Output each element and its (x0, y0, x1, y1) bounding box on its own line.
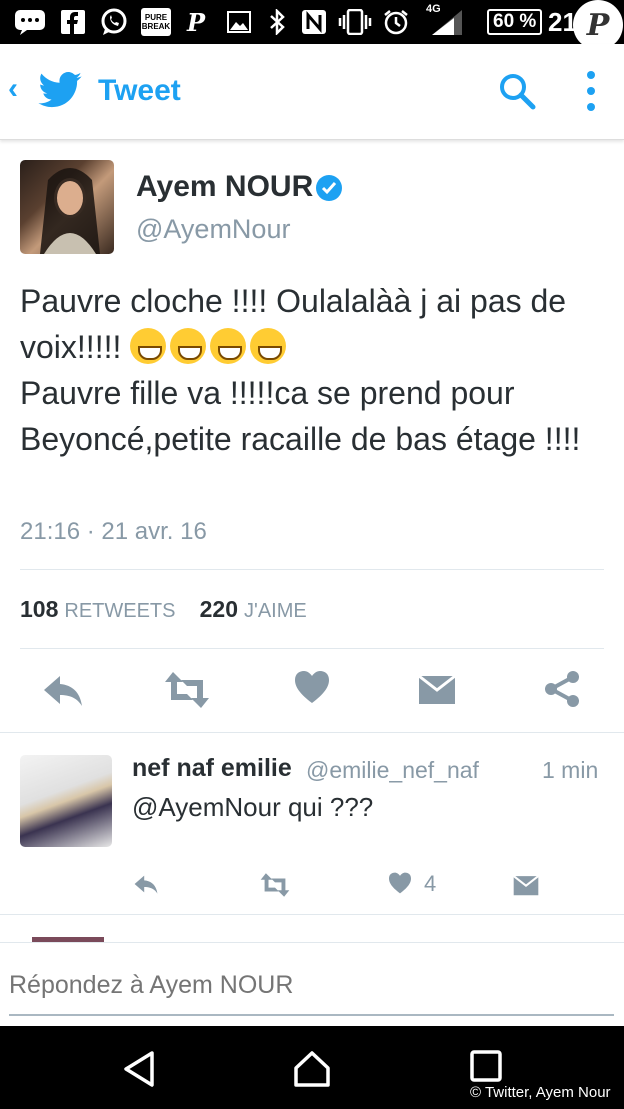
grinning-emoji-icon (210, 328, 247, 364)
bluetooth-icon (266, 8, 288, 36)
like-heart-icon[interactable] (294, 670, 330, 709)
grinning-emoji-icon (170, 328, 207, 364)
image-credit: © Twitter, Ayem Nour (470, 1084, 611, 1101)
app-bar: ‹ Tweet (0, 44, 624, 140)
reply-input[interactable] (9, 971, 614, 1016)
image-icon (226, 8, 252, 36)
back-chevron-icon[interactable]: ‹ (8, 72, 18, 106)
tweet-text: Pauvre cloche !!!! Oulalalàà j ai pas de… (20, 278, 610, 462)
divider (0, 732, 624, 733)
retweets-label: RETWEETS (64, 600, 176, 622)
tweet-text-line2: Pauvre fille va !!!!!ca se prend pour Be… (20, 375, 581, 457)
search-icon[interactable] (498, 72, 536, 115)
tweet-stats: 108 RETWEETS 220 J'AIME (20, 596, 307, 623)
likes-stat[interactable]: 220 J'AIME (199, 596, 307, 622)
direct-message-icon[interactable] (513, 872, 539, 903)
reply-avatar[interactable] (20, 755, 112, 847)
grinning-emoji-icon (250, 328, 287, 364)
direct-message-icon[interactable] (418, 670, 456, 713)
battery-indicator: 60 % (487, 9, 543, 35)
tweet-text-line1: Pauvre cloche !!!! Oulalalàà j ai pas de… (20, 283, 567, 365)
likes-count: 220 (199, 596, 238, 622)
retweet-icon[interactable] (259, 872, 291, 903)
reply-author-name[interactable]: nef naf emilie (132, 754, 292, 783)
reply-like-count: 4 (424, 871, 437, 896)
retweets-count: 108 (20, 596, 59, 622)
watermark-logo: P (573, 0, 623, 50)
nav-home-icon[interactable] (292, 1050, 332, 1093)
vibrate-icon (338, 8, 372, 36)
alarm-icon (382, 8, 410, 36)
page-title: Tweet (98, 74, 181, 107)
reply-composer (0, 942, 624, 1026)
author-handle[interactable]: @AyemNour (136, 214, 290, 245)
nav-recents-icon[interactable] (470, 1050, 502, 1087)
divider (0, 914, 624, 915)
reply-author-handle[interactable]: @emilie_nef_naf (306, 757, 479, 784)
reply-icon[interactable] (132, 872, 160, 901)
reply-time: 1 min (542, 757, 599, 783)
purebreak-icon: PURE BREAK (141, 8, 171, 36)
reply-icon[interactable] (42, 670, 84, 715)
reply-text: @AyemNour qui ??? (132, 792, 374, 822)
retweets-stat[interactable]: 108 RETWEETS (20, 596, 176, 622)
likes-label: J'AIME (244, 600, 307, 622)
emoji-group (130, 328, 290, 365)
retweet-icon[interactable] (163, 670, 211, 715)
twitter-bird-icon[interactable] (38, 72, 82, 113)
status-bar: PURE BREAK P 4G 60 % 21 P (0, 0, 624, 50)
author-avatar[interactable] (20, 160, 114, 254)
divider (20, 648, 604, 649)
facebook-icon (60, 8, 86, 36)
whatsapp-icon (98, 8, 130, 36)
verified-badge-icon (315, 174, 343, 207)
signal-icon (430, 8, 464, 36)
like-heart-icon[interactable] (388, 872, 412, 899)
tweet-timestamp: 21:16 · 21 avr. 16 (20, 518, 207, 545)
nfc-icon (300, 8, 328, 36)
nav-back-icon[interactable] (122, 1050, 156, 1093)
divider (20, 569, 604, 570)
more-options-icon[interactable] (585, 70, 597, 117)
grinning-emoji-icon (130, 328, 167, 364)
message-icon (14, 8, 46, 36)
p-icon: P (186, 7, 206, 37)
share-icon[interactable] (543, 670, 581, 713)
author-name[interactable]: Ayem NOUR (136, 170, 313, 204)
